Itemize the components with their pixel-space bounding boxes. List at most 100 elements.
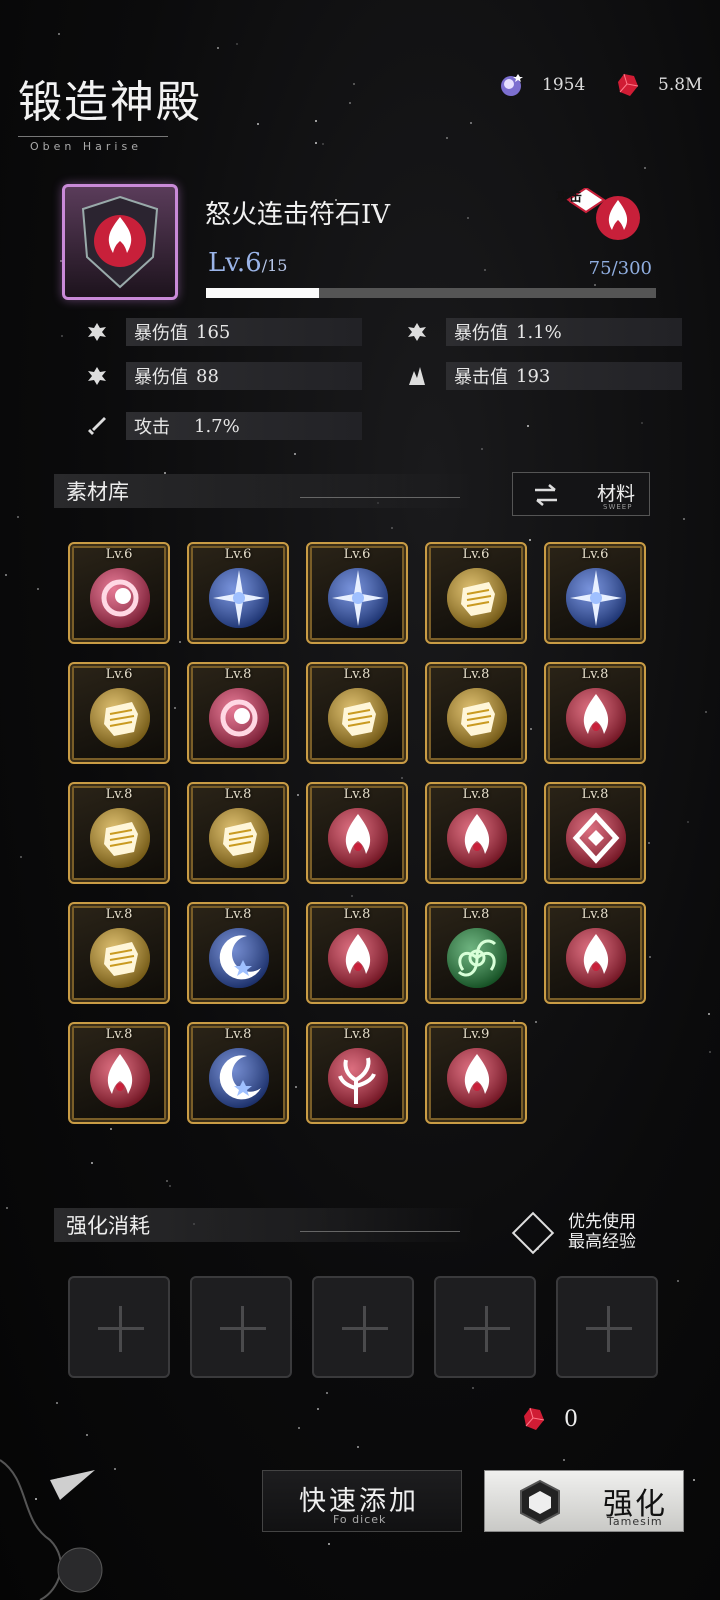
star [5,574,7,576]
stat-value: 1.7% [194,415,240,437]
star [166,1180,168,1182]
star [529,539,531,541]
star [484,269,486,271]
sort-label: 材料 [597,483,636,505]
material-rune-item[interactable]: Lv.9 [425,1022,527,1124]
material-rune-item[interactable]: Lv.8 [68,1022,170,1124]
swirl-rune-icon [209,688,269,748]
star [705,711,707,713]
star [641,422,643,424]
star [472,1387,474,1389]
quick-add-button[interactable]: 快速添加 Fo dicek [262,1470,462,1532]
material-rune-item[interactable]: Lv.6 [68,662,170,764]
material-level: Lv.8 [105,907,133,922]
ruby-icon [524,1407,545,1430]
consume-slot[interactable] [312,1276,414,1378]
material-rune-item[interactable]: Lv.8 [187,782,289,884]
enhance-button[interactable]: 强化 Tamesim [484,1470,684,1532]
page-title-block: 锻造神殿 Oben Harise [18,66,202,153]
priority-label-line2: 最高经验 [568,1232,636,1252]
star [326,1392,328,1394]
material-rune-item[interactable]: Lv.8 [187,662,289,764]
moon-rune-icon [209,928,269,988]
star [37,588,39,590]
material-level: Lv.8 [581,787,609,802]
spiral-rune-icon [447,928,507,988]
stat-row: 暴伤值 88 [84,362,362,390]
stat-value: 193 [516,365,551,387]
stat-label: 暴伤值 [454,323,508,344]
star [315,120,317,122]
divider [300,1231,460,1232]
consume-section-header: 强化消耗 [54,1208,474,1242]
material-level: Lv.8 [343,1027,371,1042]
material-rune-item[interactable]: Lv.6 [68,542,170,644]
ruby-amount: 5.8M [658,75,703,95]
exp-progress-fill [206,288,319,298]
material-rune-item[interactable]: Lv.8 [544,662,646,764]
material-rune-item[interactable]: Lv.8 [187,1022,289,1124]
fist-rune-icon [447,688,507,748]
crit-damage-icon [404,319,430,345]
swirl-rune-icon [90,568,150,628]
material-rune-item[interactable]: Lv.8 [68,902,170,1004]
material-rune-item[interactable]: Lv.8 [425,902,527,1004]
material-level: Lv.6 [343,547,371,562]
material-rune-item[interactable]: Lv.8 [425,662,527,764]
material-rune-item[interactable]: Lv.8 [544,902,646,1004]
priority-label-line1: 优先使用 [568,1212,636,1232]
rose-decoration [0,1459,103,1600]
material-level: Lv.8 [224,787,252,802]
stat-row: 暴击值 193 [404,362,682,390]
material-rune-item[interactable]: Lv.8 [306,902,408,1004]
priority-label: 优先使用 最高经验 [568,1212,636,1252]
page-subtitle: Oben Harise [18,136,168,153]
sort-materials-button[interactable]: 材料 SWEEP [512,472,650,516]
stat-row: 攻击 1.7% [84,412,362,440]
selected-rune-icon[interactable] [62,184,178,300]
material-rune-item[interactable]: Lv.8 [187,902,289,1004]
star [563,1459,565,1461]
material-rune-item[interactable]: Lv.8 [68,782,170,884]
checkbox-diamond-icon [511,1211,555,1255]
stat-row: 暴伤值 165 [84,318,362,346]
stat-label: 暴击值 [454,367,508,388]
material-rune-item[interactable]: Lv.6 [306,542,408,644]
star [91,1162,93,1164]
crit-damage-icon [84,363,110,389]
material-rune-item[interactable]: Lv.8 [306,662,408,764]
material-rune-item[interactable]: Lv.6 [187,542,289,644]
material-level: Lv.6 [105,547,133,562]
star [391,527,393,529]
plus-icon [98,1327,144,1330]
fist-rune-icon [209,808,269,868]
star [217,47,219,49]
star [297,794,299,796]
ruby-currency[interactable]: 5.8M [614,72,702,98]
flame-rune-icon [81,195,159,289]
material-rune-item[interactable]: Lv.6 [544,542,646,644]
crystal-currency[interactable]: 1954 [498,72,585,98]
star [693,1479,695,1481]
rune-level-value: Lv.6 [208,248,262,278]
material-rune-item[interactable]: Lv.8 [306,782,408,884]
quick-add-sublabel: Fo dicek [333,1513,387,1526]
star [481,448,483,450]
consume-slot[interactable] [556,1276,658,1378]
star [353,83,355,85]
priority-highest-exp-toggle[interactable]: 优先使用 最高经验 [511,1210,662,1260]
star [535,1021,537,1023]
material-level: Lv.8 [224,907,252,922]
stat-label: 暴伤值 [134,323,188,344]
star [470,122,472,124]
consume-slot[interactable] [190,1276,292,1378]
material-rune-item[interactable]: Lv.8 [425,782,527,884]
material-rune-item[interactable]: Lv.8 [544,782,646,884]
material-rune-item[interactable]: Lv.6 [425,542,527,644]
page-title: 锻造神殿 [18,77,202,128]
material-rune-item[interactable]: Lv.8 [306,1022,408,1124]
stat-value: 88 [196,365,219,387]
consume-slot[interactable] [68,1276,170,1378]
star [236,43,238,45]
consume-slot[interactable] [434,1276,536,1378]
